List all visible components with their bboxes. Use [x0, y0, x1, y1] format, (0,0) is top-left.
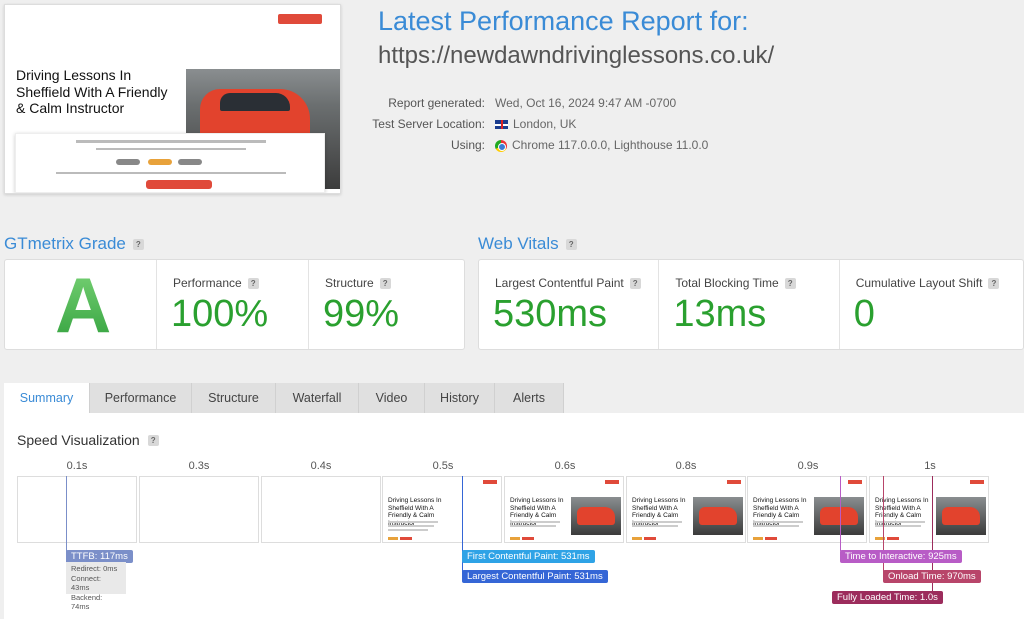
web-vitals-title: Web Vitals ? — [478, 234, 577, 254]
tbt-value: 13ms — [673, 293, 767, 335]
cls-label: Cumulative Layout Shift — [855, 276, 983, 290]
meta-location-label: Test Server Location: — [372, 117, 485, 131]
tab-structure[interactable]: Structure — [192, 383, 276, 413]
meta-generated-label: Report generated: — [388, 96, 485, 110]
grade-cell: A — [5, 260, 157, 349]
performance-label: Performance — [173, 276, 242, 290]
timeline-label: 0.5s — [432, 460, 454, 472]
fcp-marker[interactable]: First Contentful Paint: 531ms — [462, 550, 595, 563]
help-icon[interactable]: ? — [988, 277, 1000, 289]
structure-value: 99% — [323, 293, 400, 335]
report-title: Latest Performance Report for: — [378, 6, 749, 36]
lcp-cell: Largest Contentful Paint? 530ms — [479, 260, 660, 349]
help-icon[interactable]: ? — [147, 434, 159, 446]
meta-location-value: London, UK — [513, 117, 577, 131]
cls-value: 0 — [853, 293, 875, 335]
help-icon[interactable]: ? — [247, 277, 259, 289]
tbt-cell: Total Blocking Time? 13ms — [659, 260, 840, 349]
thumbnail-cookie-banner — [15, 133, 325, 193]
gtmetrix-grade-label: GTmetrix Grade — [4, 234, 126, 253]
grade-letter: A — [55, 261, 112, 349]
web-vitals-card: Largest Contentful Paint? 530ms Total Bl… — [478, 259, 1024, 350]
web-vitals-label: Web Vitals — [478, 234, 559, 253]
filmstrip-frame[interactable]: Driving Lessons In Sheffield With A Frie… — [382, 476, 502, 543]
grade-card: A Performance? 100% Structure? 99% — [4, 259, 465, 350]
timeline-label: 0.9s — [797, 460, 819, 472]
fully-loaded-marker[interactable]: Fully Loaded Time: 1.0s — [832, 591, 943, 604]
filmstrip-frame[interactable]: Driving Lessons In Sheffield With A Frie… — [747, 476, 867, 543]
tab-video[interactable]: Video — [359, 383, 425, 413]
timeline-label: 0.4s — [310, 460, 332, 472]
speed-visualization-title: Speed Visualization ? — [17, 432, 159, 448]
chrome-icon — [495, 139, 507, 152]
filmstrip-frame[interactable] — [139, 476, 259, 543]
cls-cell: Cumulative Layout Shift? 0 — [840, 260, 1023, 349]
tab-history[interactable]: History — [425, 383, 495, 413]
filmstrip-frame[interactable] — [261, 476, 381, 543]
tab-performance[interactable]: Performance — [90, 383, 192, 413]
help-icon[interactable]: ? — [565, 238, 577, 250]
thumbnail-cta-button — [278, 14, 322, 24]
tti-marker[interactable]: Time to Interactive: 925ms — [840, 550, 962, 563]
ttfb-connect: Connect: 43ms — [71, 573, 102, 593]
performance-value: 100% — [171, 293, 269, 335]
thumbnail-headline: Driving Lessons In Sheffield With A Frie… — [16, 67, 168, 116]
meta-using-label: Using: — [450, 138, 485, 152]
help-icon[interactable]: ? — [379, 277, 391, 289]
meta-generated-value: Wed, Oct 16, 2024 9:47 AM -0700 — [495, 96, 677, 110]
filmstrip-frame[interactable]: Driving Lessons In Sheffield With A Frie… — [869, 476, 989, 543]
timeline-label: 0.3s — [188, 460, 210, 472]
tti-line — [840, 476, 841, 551]
timeline-label: 0.1s — [66, 460, 88, 472]
report-meta: Report generated: Wed, Oct 16, 2024 9:47… — [360, 93, 708, 156]
report-url[interactable]: https://newdawndrivinglessons.co.uk/ — [378, 42, 774, 70]
filmstrip-frame[interactable] — [17, 476, 137, 543]
help-icon[interactable]: ? — [784, 277, 796, 289]
ttfb-breakdown: Redirect: 0ms Connect: 43ms Backend: 74m… — [66, 562, 126, 611]
help-icon[interactable]: ? — [629, 277, 641, 289]
timeline-label: 1s — [924, 460, 936, 472]
lcp-value: 530ms — [493, 293, 608, 335]
filmstrip-frame[interactable]: Driving Lessons In Sheffield With A Frie… — [626, 476, 746, 543]
help-icon[interactable]: ? — [132, 238, 144, 250]
timeline-label: 0.8s — [675, 460, 697, 472]
ttfb-redirect: Redirect: 0ms — [71, 564, 118, 573]
tab-waterfall[interactable]: Waterfall — [276, 383, 359, 413]
tab-alerts[interactable]: Alerts — [495, 383, 564, 413]
performance-cell: Performance? 100% — [157, 260, 309, 349]
filmstrip-frame[interactable]: Driving Lessons In Sheffield With A Frie… — [504, 476, 624, 543]
page-screenshot-thumbnail: Driving Lessons In Sheffield With A Frie… — [4, 4, 341, 194]
onload-marker[interactable]: Onload Time: 970ms — [883, 570, 981, 583]
tbt-label: Total Blocking Time — [675, 276, 779, 290]
timeline-label: 0.6s — [554, 460, 576, 472]
meta-using-value: Chrome 117.0.0.0, Lighthouse 11.0.0 — [512, 138, 709, 152]
structure-label: Structure — [325, 276, 374, 290]
lcp-label: Largest Contentful Paint — [495, 276, 624, 290]
structure-cell: Structure? 99% — [309, 260, 464, 349]
gtmetrix-grade-title: GTmetrix Grade ? — [4, 234, 144, 254]
tab-summary[interactable]: Summary — [4, 383, 90, 413]
uk-flag-icon — [495, 120, 508, 129]
ttfb-backend: Backend: 74ms — [71, 592, 103, 612]
speed-visualization-label: Speed Visualization — [17, 432, 140, 448]
lcp-marker[interactable]: Largest Contentful Paint: 531ms — [462, 570, 608, 583]
report-tabs: Summary Performance Structure Waterfall … — [4, 383, 564, 413]
